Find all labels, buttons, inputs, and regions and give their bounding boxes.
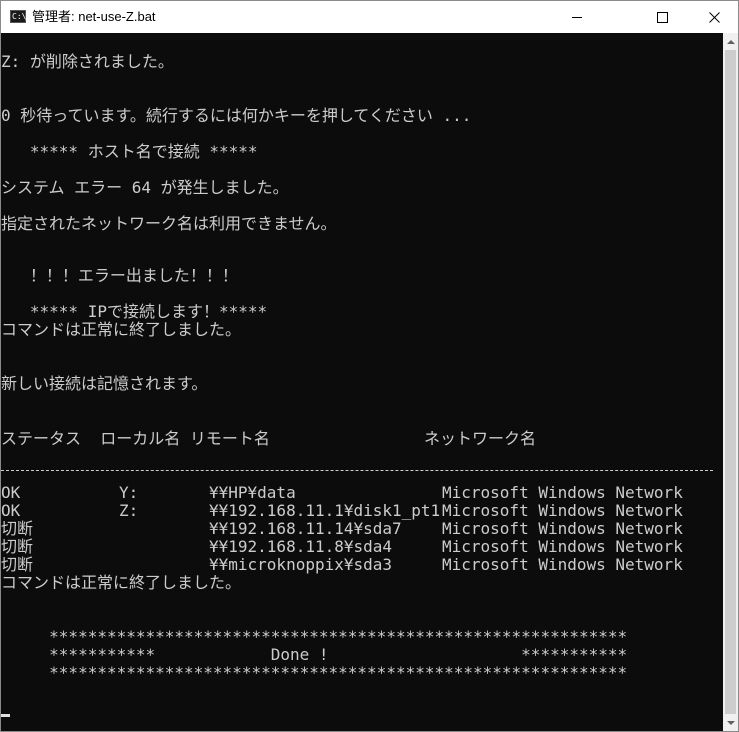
console-line: ！！！エラー出ました！！！ bbox=[1, 266, 238, 285]
banner-top: ****************************************… bbox=[1, 627, 628, 646]
minimize-button[interactable] bbox=[554, 1, 600, 33]
console-line: コマンドは正常に終了しました。 bbox=[1, 320, 242, 339]
status-cell: OK bbox=[1, 501, 21, 520]
close-button[interactable] bbox=[691, 1, 737, 33]
maximize-button[interactable] bbox=[639, 1, 685, 33]
arrow-down-icon bbox=[726, 720, 735, 725]
local-cell: Y: bbox=[119, 483, 139, 502]
scroll-up-button[interactable] bbox=[723, 33, 738, 50]
console-line: ***** IPで接続します！***** bbox=[1, 302, 268, 321]
scrollbar-thumb[interactable] bbox=[725, 50, 736, 714]
remote-cell: ¥¥192.168.11.14¥sda7 bbox=[209, 519, 402, 538]
status-cell: 切断 bbox=[1, 519, 34, 538]
title-bar[interactable]: C:\ 管理者: net-use-Z.bat bbox=[1, 1, 738, 33]
window-title: 管理者: net-use-Z.bat bbox=[32, 9, 156, 24]
scroll-down-button[interactable] bbox=[723, 714, 738, 731]
status-cell: 切断 bbox=[1, 555, 34, 574]
table-divider bbox=[1, 470, 713, 471]
arrow-up-icon bbox=[726, 39, 735, 44]
maximize-icon bbox=[656, 11, 668, 23]
console-window: C:\ 管理者: net-use-Z.bat Z: が削除されました。 0 秒待… bbox=[0, 0, 739, 732]
console-app-icon[interactable]: C:\ bbox=[10, 10, 26, 23]
console-line: 0 秒待っています。続行するには何かキーを押してください ... bbox=[1, 106, 472, 125]
local-cell: Z: bbox=[119, 501, 139, 520]
banner-done: *********** Done ! *********** bbox=[1, 645, 628, 664]
console-line: システム エラー 64 が発生しました。 bbox=[1, 178, 289, 197]
minimize-icon bbox=[572, 16, 582, 18]
vertical-scrollbar[interactable] bbox=[723, 33, 738, 731]
console-line: 新しい接続は記憶されます。 bbox=[1, 374, 208, 393]
network-cell: Microsoft Windows Network bbox=[442, 483, 683, 502]
console-line: 指定されたネットワーク名は利用できません。 bbox=[1, 214, 337, 233]
text-cursor bbox=[1, 714, 10, 717]
console-line: ***** ホスト名で接続 ***** bbox=[1, 142, 258, 161]
remote-cell: ¥¥HP¥data bbox=[209, 483, 296, 502]
app-icon-glyph: C:\ bbox=[12, 12, 27, 21]
banner-bottom: ****************************************… bbox=[1, 663, 628, 682]
remote-cell: ¥¥192.168.11.8¥sda4 bbox=[209, 537, 393, 556]
network-cell: Microsoft Windows Network bbox=[442, 501, 683, 520]
console-line: コマンドは正常に終了しました。 bbox=[1, 573, 242, 592]
remote-cell: ¥¥microknoppix¥sda3 bbox=[209, 555, 393, 574]
network-cell: Microsoft Windows Network bbox=[442, 537, 683, 556]
status-cell: 切断 bbox=[1, 537, 34, 556]
table-header: ステータス ローカル名 リモート名 ネットワーク名 bbox=[1, 429, 537, 448]
remote-cell: ¥¥192.168.11.1¥disk1_pt1 bbox=[209, 501, 441, 520]
console-line: Z: が削除されました。 bbox=[1, 52, 174, 71]
network-cell: Microsoft Windows Network bbox=[442, 519, 683, 538]
network-cell: Microsoft Windows Network bbox=[442, 555, 683, 574]
close-icon bbox=[708, 11, 720, 23]
console-output[interactable]: Z: が削除されました。 0 秒待っています。続行するには何かキーを押してくださ… bbox=[1, 33, 723, 731]
status-cell: OK bbox=[1, 483, 21, 502]
